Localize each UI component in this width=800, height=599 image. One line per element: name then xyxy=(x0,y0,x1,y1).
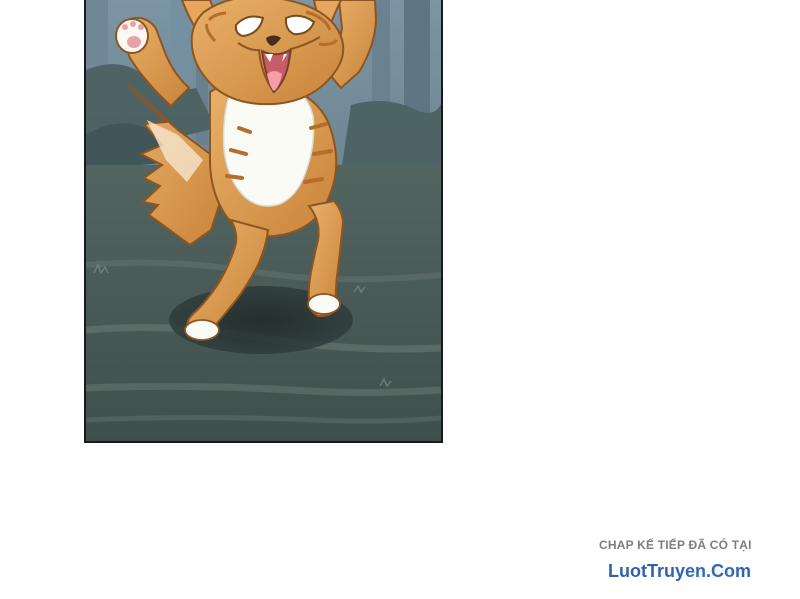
watermark-logo: 漫漫漫漫 xyxy=(682,563,768,581)
left-paw-pad xyxy=(127,36,141,48)
comic-panel xyxy=(84,0,443,443)
svg-text:漫漫漫漫: 漫漫漫漫 xyxy=(682,566,734,581)
comic-illustration xyxy=(86,0,441,441)
next-chapter-note: CHAP KẾ TIẾP ĐÃ CÓ TẠI xyxy=(599,538,752,552)
